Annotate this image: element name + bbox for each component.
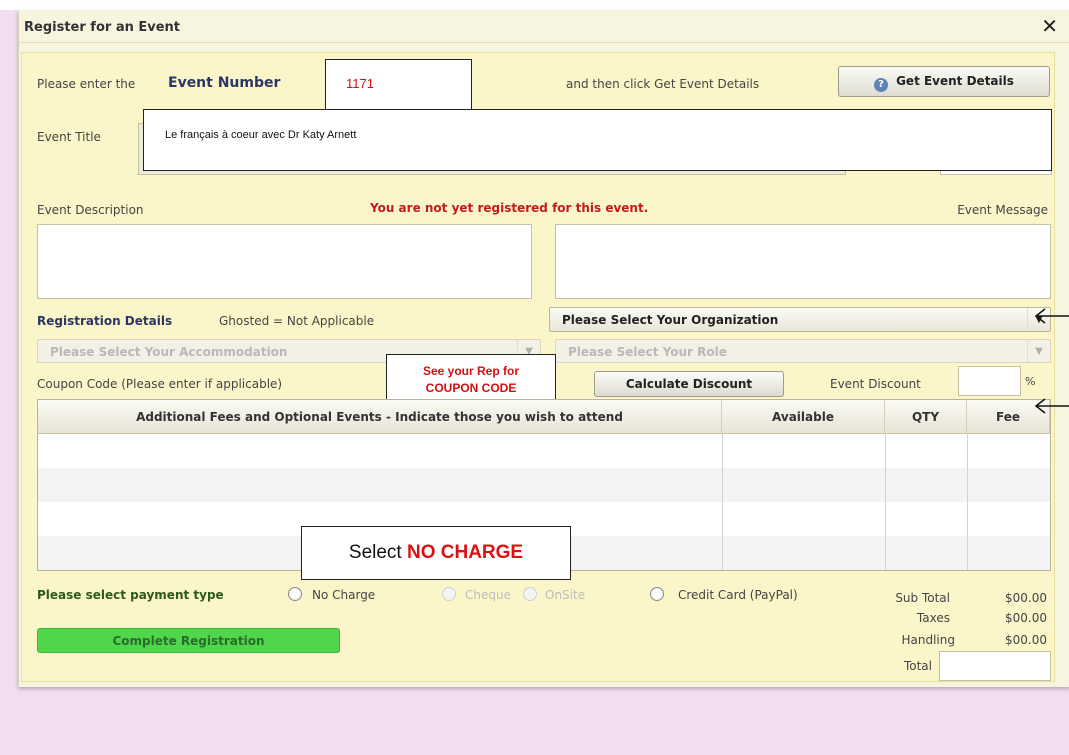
get-event-details-label: Get Event Details <box>896 74 1014 88</box>
column-divider <box>885 434 886 570</box>
radio-no-charge[interactable] <box>288 587 302 601</box>
no-charge-callout: Select NO CHARGE <box>301 526 571 580</box>
role-select-text: Please Select Your Role <box>568 345 727 359</box>
event-discount-label: Event Discount <box>830 377 921 391</box>
table-row[interactable] <box>38 468 1050 502</box>
chevron-down-icon: ▼ <box>1027 340 1050 362</box>
fees-header-available: Available <box>722 400 885 434</box>
ghosted-note: Ghosted = Not Applicable <box>219 314 375 328</box>
no-charge-callout-highlight: NO CHARGE <box>406 542 524 563</box>
fees-header-description: Additional Fees and Optional Events - In… <box>38 400 722 434</box>
coupon-code-label: Coupon Code (Please enter if applicable) <box>37 377 283 391</box>
event-number-value: 1171 <box>346 76 374 91</box>
registration-status-warning: You are not yet registered for this even… <box>370 201 649 215</box>
no-charge-callout-prefix: Select <box>348 542 407 563</box>
organization-select[interactable]: Please Select Your Organization ▼ <box>549 307 1051 332</box>
event-discount-input[interactable] <box>958 366 1021 396</box>
pointer-arrow-icon <box>1034 308 1069 324</box>
radio-onsite[interactable] <box>523 587 537 601</box>
form-panel: Please enter the Event Number 1171 and t… <box>21 52 1055 682</box>
taxes-label: Taxes <box>916 611 950 625</box>
registration-details-label: Registration Details <box>37 314 173 328</box>
event-number-prompt: Please enter the <box>37 77 136 91</box>
top-strip <box>0 0 1069 10</box>
role-select[interactable]: Please Select Your Role ▼ <box>555 339 1051 363</box>
event-title-label: Event Title <box>37 130 101 144</box>
event-number-label: Event Number <box>168 75 281 91</box>
sub-total-value: $00.00 <box>1005 591 1047 605</box>
accommodation-select-text: Please Select Your Accommodation <box>50 345 288 359</box>
get-event-details-button[interactable]: ? Get Event Details <box>838 66 1050 97</box>
dialog-header: Register for an Event ✕ <box>19 10 1069 43</box>
sub-total-label: Sub Total <box>895 591 950 605</box>
dialog-title: Register for an Event <box>24 20 181 35</box>
table-row[interactable] <box>38 434 1050 468</box>
column-divider <box>722 434 723 570</box>
coupon-callout-line1: See your Rep for <box>422 364 520 378</box>
payment-type-label: Please select payment type <box>37 588 224 602</box>
total-field <box>939 651 1051 681</box>
event-message-box <box>555 224 1051 299</box>
handling-label: Handling <box>901 633 956 647</box>
option-cheque: Cheque <box>465 588 511 602</box>
radio-cheque[interactable] <box>442 587 456 601</box>
coupon-callout-line2: COUPON CODE <box>425 381 517 395</box>
complete-registration-button[interactable]: Complete Registration <box>37 628 340 653</box>
total-label: Total <box>903 659 932 673</box>
get-details-instruction: and then click Get Event Details <box>566 77 760 91</box>
column-divider <box>967 434 968 570</box>
radio-credit-card[interactable] <box>650 587 664 601</box>
option-onsite: OnSite <box>545 588 586 602</box>
handling-value: $00.00 <box>1005 633 1047 647</box>
close-icon[interactable]: ✕ <box>1041 14 1058 38</box>
option-no-charge: No Charge <box>312 588 376 602</box>
fees-header-qty: QTY <box>885 400 967 434</box>
taxes-value: $00.00 <box>1005 611 1047 625</box>
calculate-discount-button[interactable]: Calculate Discount <box>594 371 784 397</box>
event-number-input[interactable]: 1171 <box>325 59 472 111</box>
option-credit-card: Credit Card (PayPal) <box>678 588 798 602</box>
organization-select-text: Please Select Your Organization <box>562 313 779 327</box>
event-title-value: Le français à coeur avec Dr Katy Arnett <box>165 129 357 141</box>
percent-symbol: % <box>1025 375 1036 388</box>
help-icon: ? <box>874 78 889 92</box>
event-message-label: Event Message <box>957 203 1048 217</box>
pointer-arrow-icon <box>1034 398 1069 414</box>
event-description-label: Event Description <box>37 203 144 217</box>
register-dialog: Register for an Event ✕ Please enter the… <box>18 10 1069 687</box>
event-description-box <box>37 224 532 299</box>
event-title-input[interactable]: Le français à coeur avec Dr Katy Arnett <box>143 109 1052 171</box>
